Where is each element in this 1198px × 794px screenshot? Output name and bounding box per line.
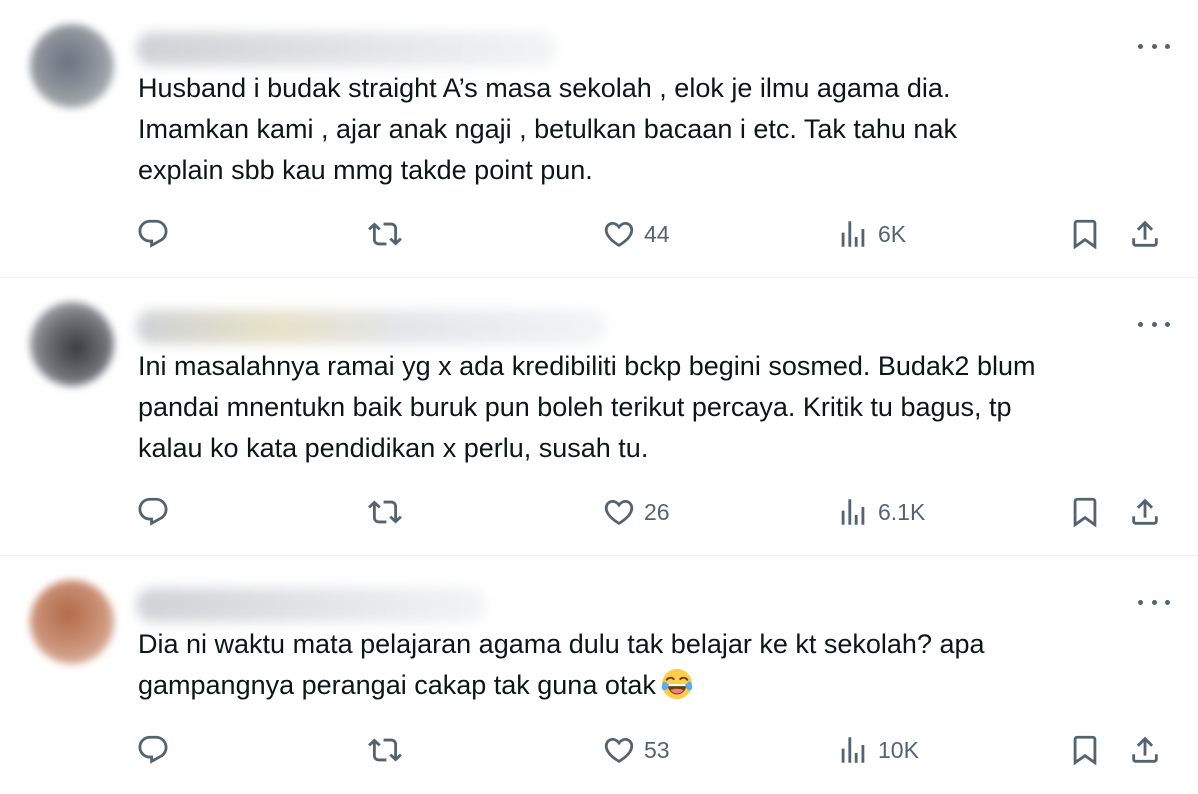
retweet-icon <box>368 500 402 524</box>
reply-text-line: gampangnya perangai cakap tak guna otak <box>138 665 1178 706</box>
more-icon[interactable] <box>1138 592 1170 612</box>
avatar[interactable] <box>30 580 114 664</box>
reply-text-line: Ini masalahnya ramai yg x ada kredibilit… <box>138 351 1036 381</box>
share-icon <box>1132 736 1158 763</box>
heart-icon <box>604 737 634 763</box>
username-redacted[interactable] <box>136 588 486 622</box>
avatar[interactable] <box>30 24 114 108</box>
retweet-icon <box>368 738 402 762</box>
like-button[interactable]: 53 <box>602 730 670 770</box>
retweet-button[interactable] <box>368 730 402 770</box>
bookmark-button[interactable] <box>1068 214 1102 254</box>
heart-icon <box>604 221 634 247</box>
view-count: 6K <box>878 220 907 247</box>
reply-icon <box>138 735 168 764</box>
username-redacted[interactable] <box>136 32 556 66</box>
views-icon <box>841 221 865 247</box>
view-count: 10K <box>878 736 919 763</box>
views-button[interactable]: 6K <box>836 214 906 254</box>
retweet-button[interactable] <box>368 214 402 254</box>
heart-icon <box>604 499 634 525</box>
bookmark-button[interactable] <box>1068 730 1102 770</box>
reply-icon <box>138 219 168 248</box>
reply-text: Husband i budak straight A’s masa sekola… <box>138 68 1178 191</box>
reply-text: Ini masalahnya ramai yg x ada kredibilit… <box>138 346 1178 469</box>
bookmark-icon <box>1073 497 1097 528</box>
share-icon <box>1132 220 1158 247</box>
reply-button[interactable] <box>136 730 170 770</box>
reply-text-line: Dia ni waktu mata pelajaran agama dulu t… <box>138 629 985 659</box>
bookmark-button[interactable] <box>1068 492 1102 532</box>
bookmark-icon <box>1073 735 1097 766</box>
like-button[interactable]: 26 <box>602 492 670 532</box>
action-bar: 44 6K <box>136 214 1166 254</box>
more-icon[interactable] <box>1138 314 1170 334</box>
reply-post-2[interactable]: Ini masalahnya ramai yg x ada kredibilit… <box>0 278 1198 556</box>
views-icon <box>841 737 865 763</box>
reply-button[interactable] <box>136 214 170 254</box>
reply-text-line: kalau ko kata pendidikan x perlu, susah … <box>138 433 649 463</box>
reply-icon <box>138 497 168 526</box>
like-count: 44 <box>644 220 670 247</box>
reply-post-1[interactable]: Husband i budak straight A’s masa sekola… <box>0 0 1198 278</box>
reply-text-line: Imamkan kami , ajar anak ngaji , betulka… <box>138 114 957 144</box>
share-button[interactable] <box>1128 214 1162 254</box>
retweet-icon <box>368 222 402 246</box>
like-count: 26 <box>644 498 670 525</box>
reply-button[interactable] <box>136 492 170 532</box>
views-icon <box>841 499 865 525</box>
reply-text-line: pandai mnentukn baik buruk pun boleh ter… <box>138 392 1012 422</box>
view-count: 6.1K <box>878 498 926 525</box>
like-button[interactable]: 44 <box>602 214 670 254</box>
bookmark-icon <box>1073 219 1097 250</box>
share-button[interactable] <box>1128 492 1162 532</box>
share-icon <box>1132 498 1158 525</box>
reply-text: Dia ni waktu mata pelajaran agama dulu t… <box>138 624 1178 706</box>
like-count: 53 <box>644 736 670 763</box>
views-button[interactable]: 6.1K <box>836 492 925 532</box>
reply-text-line: explain sbb kau mmg takde point pun. <box>138 155 593 185</box>
avatar[interactable] <box>30 302 114 386</box>
reply-text-segment: gampangnya perangai cakap tak guna otak <box>138 670 656 700</box>
more-icon[interactable] <box>1138 36 1170 56</box>
username-redacted[interactable] <box>136 310 606 344</box>
reply-text-line: Husband i budak straight A’s masa sekola… <box>138 73 951 103</box>
face-with-tears-of-joy-emoji-icon <box>661 668 693 700</box>
action-bar: 53 10K <box>136 730 1166 770</box>
action-bar: 26 6.1K <box>136 492 1166 532</box>
retweet-button[interactable] <box>368 492 402 532</box>
views-button[interactable]: 10K <box>836 730 919 770</box>
share-button[interactable] <box>1128 730 1162 770</box>
reply-post-3[interactable]: Dia ni waktu mata pelajaran agama dulu t… <box>0 556 1198 794</box>
